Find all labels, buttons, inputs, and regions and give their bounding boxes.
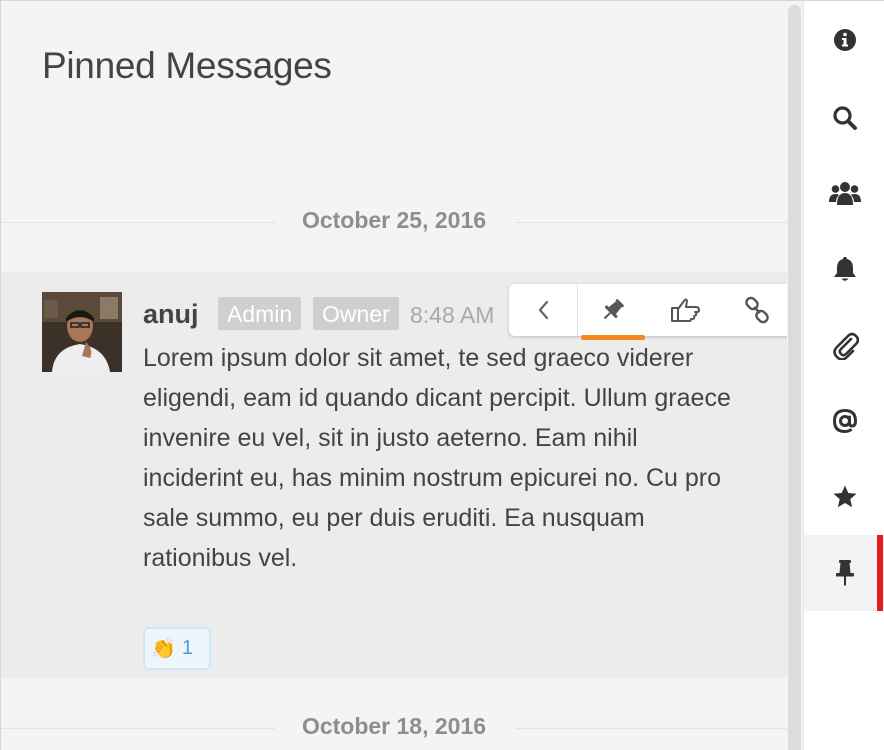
- message-action-toolbar: [509, 284, 799, 340]
- right-sidebar: [803, 1, 884, 750]
- reaction-button[interactable]: 👏 1: [143, 627, 211, 670]
- clap-emoji-icon: 👏: [151, 638, 176, 660]
- users-icon: [828, 182, 861, 205]
- app-window: Pinned Messages October 25, 2016 anuj Ad…: [0, 0, 884, 750]
- collapse-actions-button[interactable]: [509, 284, 577, 336]
- sidebar-item-search[interactable]: [804, 80, 884, 156]
- copy-link-button[interactable]: [725, 284, 789, 336]
- date-divider: October 18, 2016: [1, 703, 787, 750]
- date-divider: October 25, 2016: [1, 197, 787, 247]
- star-icon: [833, 485, 856, 508]
- page-title: Pinned Messages: [42, 45, 332, 86]
- pinned-messages-panel: Pinned Messages October 25, 2016 anuj Ad…: [1, 1, 787, 750]
- info-icon: [833, 29, 856, 51]
- paperclip-icon: [832, 332, 859, 360]
- bell-icon: [833, 257, 856, 281]
- active-indicator: [877, 535, 883, 611]
- reaction-count: 1: [181, 637, 194, 659]
- at-icon: [832, 408, 857, 434]
- sidebar-item-mentions[interactable]: [804, 383, 884, 459]
- message-author[interactable]: anuj: [143, 299, 199, 330]
- sidebar-item-pinned[interactable]: [804, 535, 884, 611]
- date-label: October 18, 2016: [301, 713, 487, 739]
- pin-icon: [603, 299, 624, 320]
- hand-pointing-icon: [671, 298, 700, 322]
- scroll-thumb[interactable]: [788, 5, 801, 750]
- message-body: Lorem ipsum dolor sit amet, te sed graec…: [143, 344, 731, 572]
- sidebar-item-starred[interactable]: [804, 459, 884, 535]
- sidebar-item-info[interactable]: [804, 2, 884, 78]
- pin-message-button[interactable]: [581, 284, 645, 340]
- scrollbar[interactable]: [787, 1, 803, 750]
- role-badge-admin: Admin: [218, 297, 302, 330]
- pin-icon: [835, 560, 854, 586]
- link-icon: [745, 296, 769, 324]
- date-label: October 25, 2016: [301, 207, 487, 233]
- sidebar-item-members[interactable]: [804, 155, 884, 231]
- active-tab-indicator: [581, 335, 645, 340]
- search-icon: [832, 106, 857, 130]
- sidebar-item-files[interactable]: [804, 307, 884, 383]
- chevron-left-icon: [538, 300, 549, 320]
- message-time: 8:48 AM: [410, 302, 495, 328]
- role-badge-owner: Owner: [313, 297, 399, 330]
- avatar[interactable]: [42, 292, 122, 372]
- jump-to-message-button[interactable]: [653, 284, 717, 336]
- sidebar-item-notifications[interactable]: [804, 231, 884, 307]
